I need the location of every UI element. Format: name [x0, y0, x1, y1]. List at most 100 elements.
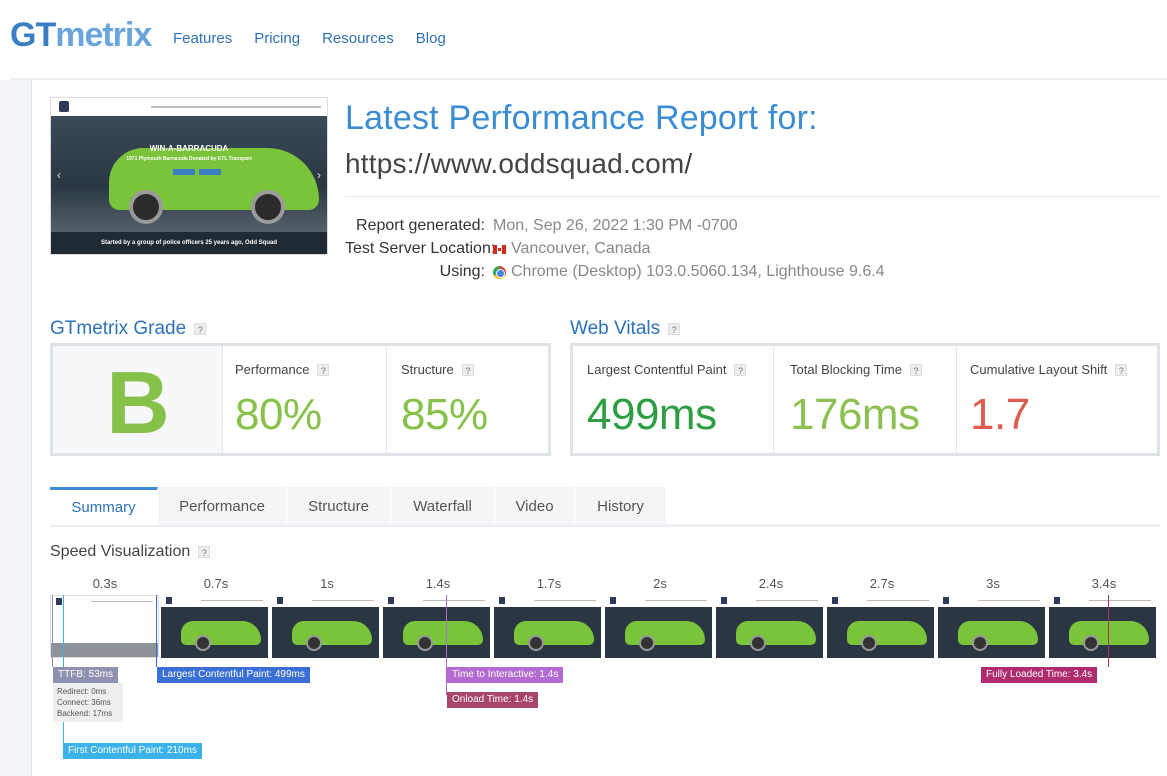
- filmstrip-frame[interactable]: [605, 595, 714, 658]
- filmstrip-frame[interactable]: [938, 595, 1047, 658]
- grade-help-icon[interactable]: ?: [194, 323, 207, 335]
- frame-nav-bar: [161, 595, 268, 607]
- frame-nav-bar: [383, 595, 490, 607]
- performance-label: Performance: [235, 362, 310, 377]
- tab-waterfall[interactable]: Waterfall: [391, 487, 495, 525]
- cls-help-icon[interactable]: ?: [1115, 363, 1128, 376]
- tbt-label-wrap: Total Blocking Time?: [790, 362, 922, 377]
- tab-video[interactable]: Video: [495, 487, 575, 525]
- filmstrip-frame[interactable]: [272, 595, 381, 658]
- nav-pricing[interactable]: Pricing: [254, 30, 300, 47]
- filmstrip-frame[interactable]: [827, 595, 936, 658]
- tab-history[interactable]: History: [575, 487, 667, 525]
- performance-label-wrap: Performance?: [235, 362, 330, 377]
- nav-resources[interactable]: Resources: [322, 30, 394, 47]
- cls-value: 1.7: [970, 390, 1030, 439]
- filmstrip: [50, 595, 1160, 658]
- thumbnail-next-arrow-icon: ›: [317, 168, 321, 182]
- grade-letter: B: [106, 353, 170, 452]
- frame-time-label: 3s: [986, 576, 1000, 591]
- frame-wheel: [750, 635, 766, 651]
- frame-nav-bar: [938, 595, 1045, 607]
- frame-nav-bar: [272, 595, 379, 607]
- frame-car-image: [736, 621, 816, 645]
- ttfb-redirect: Redirect: 0ms: [57, 687, 107, 696]
- frame-wheel: [417, 635, 433, 651]
- filmstrip-frame[interactable]: [716, 595, 825, 658]
- report-title: Latest Performance Report for:: [345, 99, 818, 137]
- ttfb-tag: TTFB: 53ms: [53, 667, 119, 683]
- structure-help-icon[interactable]: ?: [461, 363, 474, 376]
- lcp-label-wrap: Largest Contentful Paint?: [587, 362, 747, 377]
- tab-structure[interactable]: Structure: [287, 487, 391, 525]
- filmstrip-frame[interactable]: [383, 595, 492, 658]
- web-vitals-panel: Largest Contentful Paint? 499ms Total Bl…: [570, 343, 1160, 456]
- frame-wheel: [972, 635, 988, 651]
- thumbnail-footer-text: Started by a group of police officers 25…: [51, 232, 327, 254]
- tab-summary[interactable]: Summary: [50, 487, 158, 525]
- nav-features[interactable]: Features: [173, 30, 232, 47]
- frame-time-label: 2.4s: [758, 576, 784, 591]
- tbt-help-icon[interactable]: ?: [910, 363, 922, 376]
- thumbnail-prev-arrow-icon: ‹: [57, 168, 61, 182]
- top-navigation: GTmetrix Features Pricing Resources Blog: [0, 0, 1167, 72]
- lcp-help-icon[interactable]: ?: [734, 363, 747, 376]
- grade-letter-box: B: [53, 346, 223, 453]
- using-label: Using:: [439, 263, 485, 280]
- content-divider: [10, 78, 1167, 80]
- lcp-tag: Largest Contentful Paint: 499ms: [157, 667, 310, 683]
- structure-cell: Structure? 85%: [386, 346, 548, 453]
- nav-blog[interactable]: Blog: [416, 30, 446, 47]
- vitals-help-icon[interactable]: ?: [668, 323, 681, 335]
- ttfb-connect: Connect: 36ms: [57, 698, 111, 707]
- page-screenshot-thumbnail[interactable]: WIN-A-BARRACUDA 1971 Plymouth Barracuda …: [50, 97, 328, 255]
- gtmetrix-grade-heading: GTmetrix Grade ?: [50, 318, 207, 340]
- report-generated-row: Report generated: Mon, Sep 26, 2022 1:30…: [345, 215, 738, 237]
- using-value-wrap: Chrome (Desktop) 103.0.5060.134, Lightho…: [493, 263, 885, 281]
- filmstrip-frame[interactable]: [1049, 595, 1158, 658]
- frame-car-image: [181, 621, 261, 645]
- frame-time-label: 3.4s: [1091, 576, 1117, 591]
- filmstrip-frame[interactable]: [161, 595, 270, 658]
- logo-metrix-text: metrix: [55, 16, 152, 54]
- thumbnail-subline: 1971 Plymouth Barracuda Donated by KTL T…: [126, 156, 252, 162]
- frame-car-image: [292, 621, 372, 645]
- cls-label: Cumulative Layout Shift: [970, 362, 1108, 377]
- frame-car-image: [403, 621, 483, 645]
- using-row: Using: Chrome (Desktop) 103.0.5060.134, …: [345, 261, 885, 283]
- fcp-tag: First Contentful Paint: 210ms: [63, 743, 202, 759]
- test-server-label: Test Server Location:: [345, 240, 496, 257]
- tab-performance[interactable]: Performance: [158, 487, 287, 525]
- frame-wheel: [861, 635, 877, 651]
- frame-time-label: 0.7s: [203, 576, 229, 591]
- ttfb-marker-line: [52, 595, 53, 667]
- gtmetrix-logo[interactable]: GTmetrix: [10, 16, 152, 55]
- frame-nav-bar: [494, 595, 601, 607]
- performance-help-icon[interactable]: ?: [317, 363, 330, 376]
- frame-nav-bar: [827, 595, 934, 607]
- onload-tag: Onload Time: 1.4s: [447, 692, 539, 708]
- thumbnail-buttons: [173, 169, 221, 175]
- report-generated-label: Report generated:: [356, 217, 485, 234]
- cls-label-wrap: Cumulative Layout Shift?: [970, 362, 1128, 377]
- frame-time-label: 0.3s: [92, 576, 118, 591]
- filmstrip-frame[interactable]: [494, 595, 603, 658]
- frame-nav-bar: [1049, 595, 1156, 607]
- filmstrip-frame[interactable]: [50, 595, 159, 658]
- lcp-cell: Largest Contentful Paint? 499ms: [573, 346, 773, 453]
- speed-help-icon[interactable]: ?: [198, 546, 211, 558]
- performance-value: 80%: [235, 390, 322, 439]
- frame-car-image: [958, 621, 1038, 645]
- canada-flag-icon: [493, 244, 506, 254]
- report-generated-value: Mon, Sep 26, 2022 1:30 PM -0700: [493, 217, 738, 234]
- chrome-icon: [493, 265, 506, 279]
- ttfb-breakdown: Redirect: 0ms Connect: 36ms Backend: 17m…: [53, 683, 123, 722]
- frame-nav-bar: [605, 595, 712, 607]
- frame-footer-bar: [51, 643, 158, 657]
- tbt-value: 176ms: [790, 390, 920, 439]
- frame-time-label: 2s: [653, 576, 667, 591]
- fully-loaded-tag: Fully Loaded Time: 3.4s: [981, 667, 1098, 683]
- logo-gt-text: GT: [10, 16, 56, 54]
- frame-car-image: [847, 621, 927, 645]
- ttfb-backend: Backend: 17ms: [57, 709, 113, 718]
